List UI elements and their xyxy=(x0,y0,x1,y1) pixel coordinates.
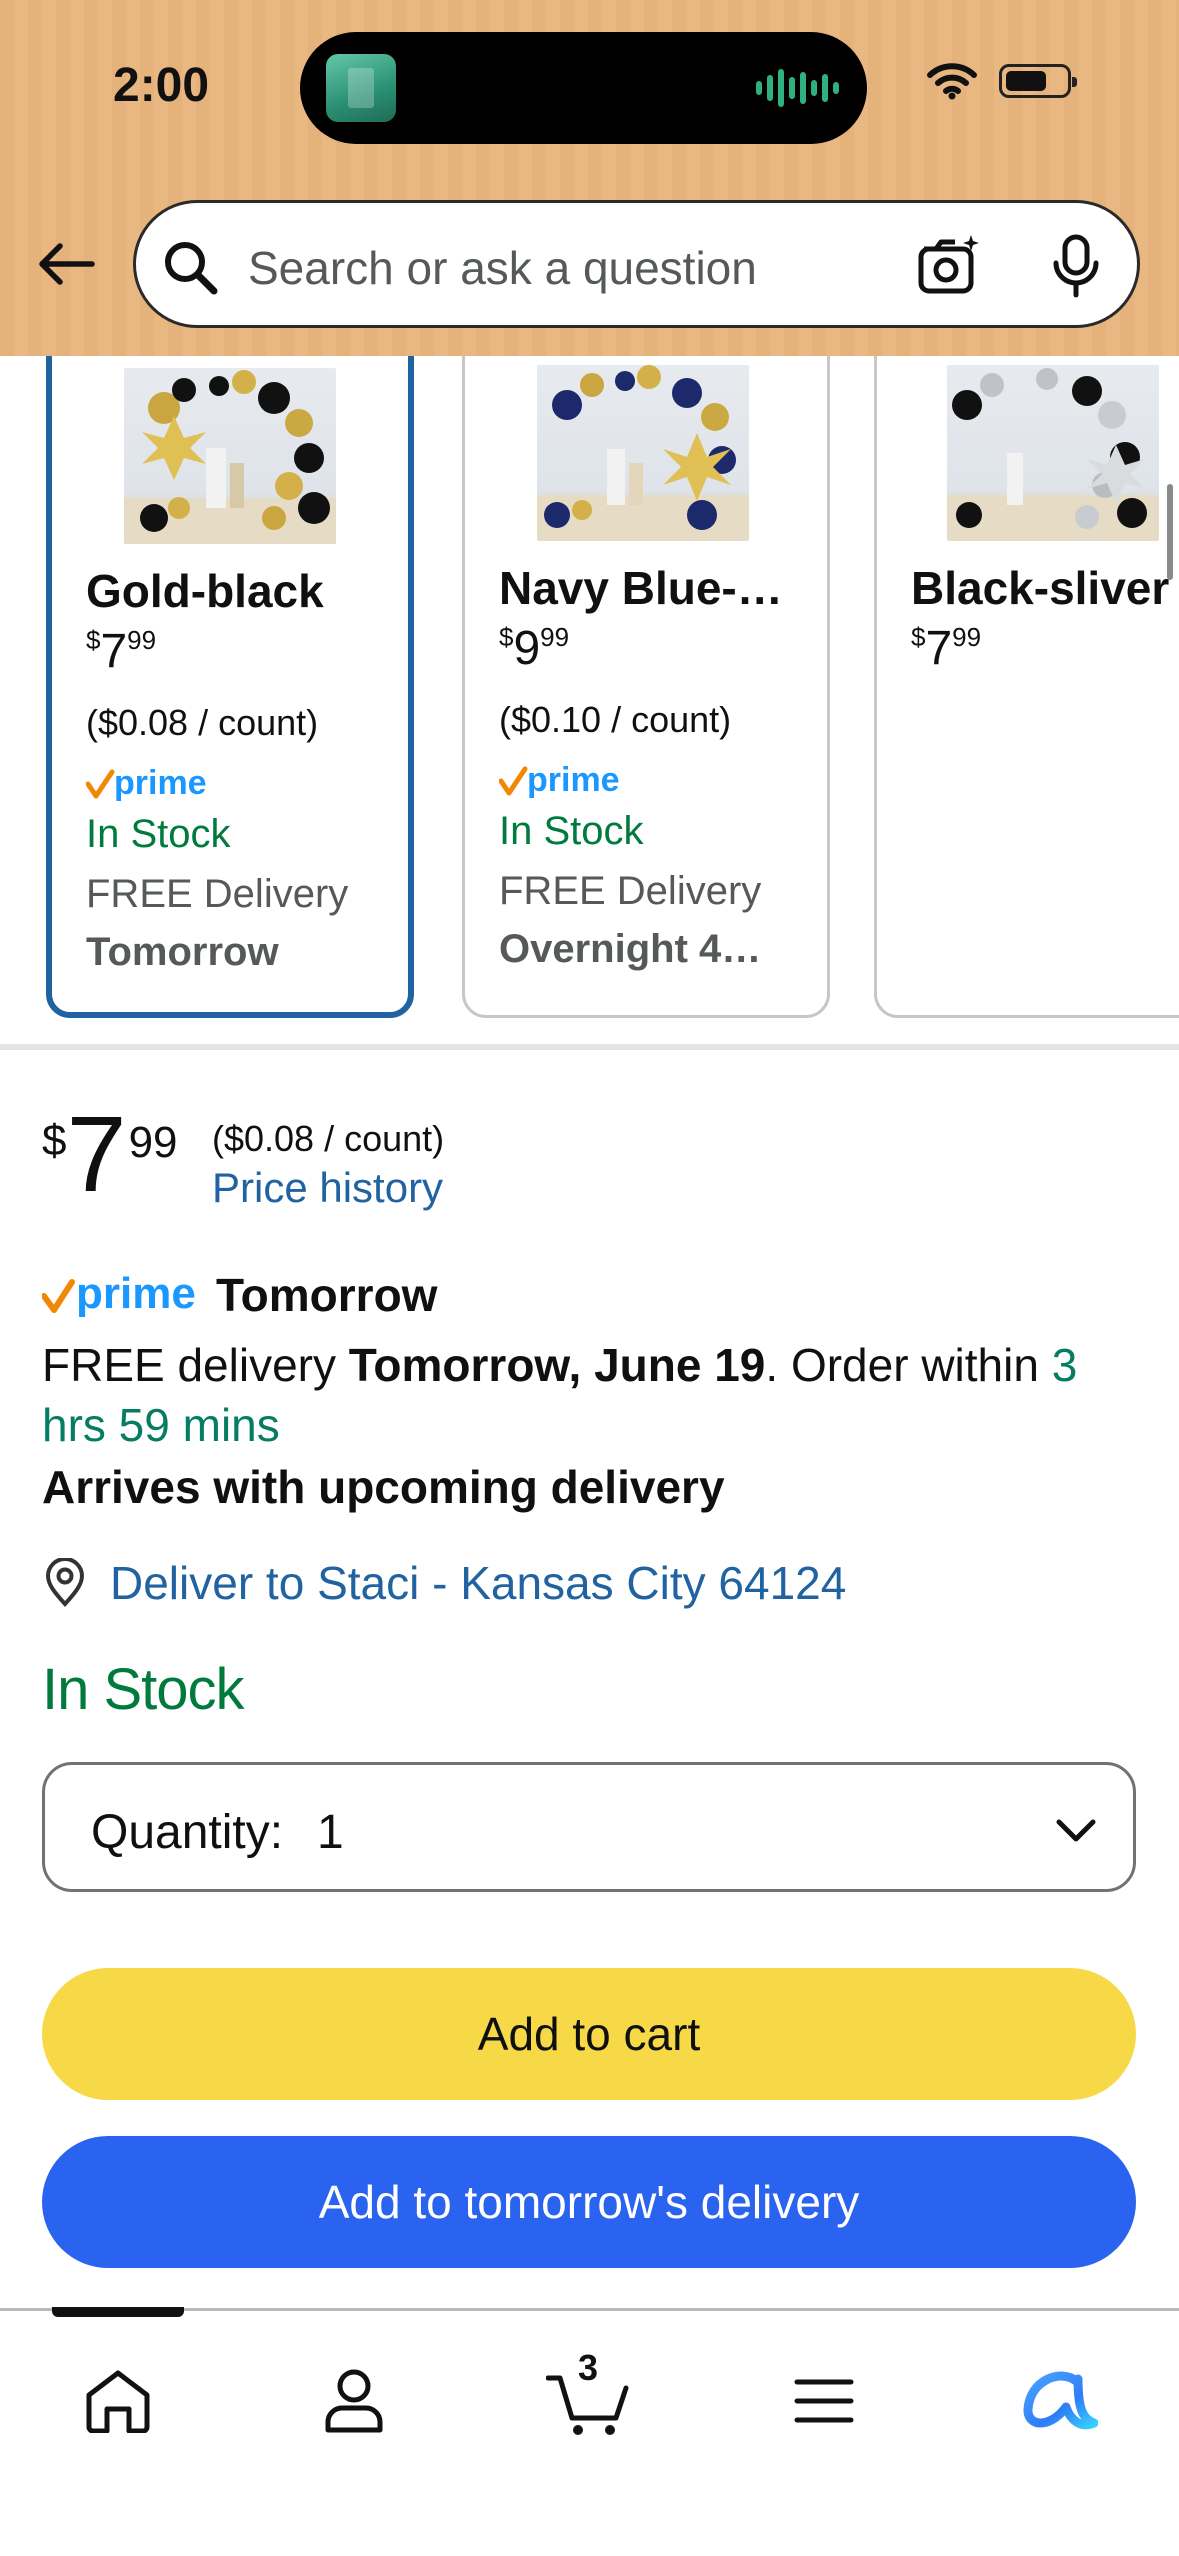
add-to-tomorrows-delivery-button[interactable]: Add to tomorrow's delivery xyxy=(42,2136,1136,2268)
currency-symbol: $ xyxy=(911,622,926,652)
prime-delivery-label: Tomorrow xyxy=(216,1269,438,1321)
variant-price: $799 xyxy=(86,624,156,679)
nav-home[interactable] xyxy=(68,2351,168,2451)
price-whole: 7 xyxy=(66,1093,126,1214)
section-divider xyxy=(0,1044,1179,1050)
cart-count-badge: 3 xyxy=(578,2347,599,2388)
svg-text:prime: prime xyxy=(527,761,620,799)
variant-image xyxy=(947,365,1159,541)
prime-delivery-badge: prime Tomorrow xyxy=(42,1268,437,1322)
prime-logo-icon: prime xyxy=(86,764,207,802)
camera-lens-icon[interactable] xyxy=(916,233,982,299)
variant-stock-status: In Stock xyxy=(86,812,231,856)
price-history-link[interactable]: Price history xyxy=(212,1164,443,1212)
variant-carousel[interactable]: Gold-black $799 ($0.08 / count) prime In… xyxy=(0,356,1179,1046)
variant-stock-status: In Stock xyxy=(499,809,644,853)
currency-symbol: $ xyxy=(42,1116,67,1165)
variant-price-fraction: 99 xyxy=(540,622,570,652)
variant-delivery: FREE Delivery xyxy=(499,869,762,913)
stock-status: In Stock xyxy=(42,1657,245,1722)
battery-icon xyxy=(999,64,1077,98)
audio-waveform-icon xyxy=(756,62,839,114)
chevron-down-icon xyxy=(1056,1819,1096,1842)
variant-name: Gold-black xyxy=(86,565,324,617)
variant-name: Black-sliver xyxy=(911,562,1170,614)
variant-price-whole: 7 xyxy=(925,622,953,675)
variant-image xyxy=(537,365,749,541)
variant-card-black-sliver[interactable]: Black-sliver $799 xyxy=(874,356,1179,1018)
status-time: 2:00 xyxy=(113,59,210,112)
variant-price-fraction: 99 xyxy=(127,625,157,655)
variant-card-gold-black[interactable]: Gold-black $799 ($0.08 / count) prime In… xyxy=(46,356,414,1018)
person-icon xyxy=(325,2369,383,2433)
variant-price-fraction: 99 xyxy=(952,622,982,652)
bottom-nav: 3 xyxy=(0,2307,1179,2556)
variant-image xyxy=(124,368,336,544)
add-to-cart-button[interactable]: Add to cart xyxy=(42,1968,1136,2100)
search-icon[interactable] xyxy=(160,237,220,297)
variant-name: Navy Blue-… xyxy=(499,562,783,614)
currency-symbol: $ xyxy=(86,625,101,655)
quantity-value: 1 xyxy=(317,1806,344,1859)
variant-price-whole: 9 xyxy=(513,622,541,675)
currency-symbol: $ xyxy=(499,622,514,652)
nav-rufus[interactable] xyxy=(1010,2351,1110,2451)
variant-delivery-when: Overnight 4… xyxy=(499,927,762,971)
variant-unit-price: ($0.08 / count) xyxy=(86,702,319,743)
variant-delivery-when: Tomorrow xyxy=(86,930,279,974)
delivery-message: FREE delivery Tomorrow, June 19. Order w… xyxy=(42,1335,1152,1455)
svg-text:prime: prime xyxy=(76,1270,196,1318)
location-pin-icon xyxy=(45,1558,85,1607)
variant-unit-price: ($0.10 / count) xyxy=(499,699,732,740)
price: $ 7 99 xyxy=(42,1100,178,1208)
prime-logo-icon: prime xyxy=(499,761,620,799)
svg-text:prime: prime xyxy=(114,764,207,802)
variant-price-whole: 7 xyxy=(100,625,128,678)
delivery-prefix: FREE delivery xyxy=(42,1339,349,1391)
dynamic-island[interactable] xyxy=(300,32,867,144)
unit-price: ($0.08 / count) xyxy=(212,1118,445,1159)
prime-logo-icon: prime xyxy=(42,1270,196,1318)
variant-price: $799 xyxy=(911,621,981,676)
delivery-date: Tomorrow, June 19 xyxy=(348,1339,766,1391)
nav-menu[interactable] xyxy=(774,2351,874,2451)
nav-active-indicator xyxy=(52,2307,184,2317)
nav-cart[interactable]: 3 xyxy=(538,2347,638,2451)
arrives-note: Arrives with upcoming delivery xyxy=(42,1461,725,1513)
search-input[interactable] xyxy=(248,241,848,295)
rufus-assistant-icon xyxy=(1023,2371,1098,2430)
home-icon xyxy=(86,2370,150,2433)
now-playing-app-icon[interactable] xyxy=(326,54,396,122)
status-icons xyxy=(927,62,1077,100)
back-arrow-icon[interactable] xyxy=(34,232,98,296)
hamburger-menu-icon xyxy=(794,2379,854,2423)
deliver-to-link[interactable]: Deliver to Staci - Kansas City 64124 xyxy=(110,1556,846,1610)
quantity-label: Quantity: xyxy=(91,1806,284,1859)
microphone-icon[interactable] xyxy=(1048,233,1104,299)
quantity-select[interactable]: Quantity: 1 xyxy=(42,1762,1136,1892)
deliver-to-row[interactable]: Deliver to Staci - Kansas City 64124 xyxy=(42,1556,846,1610)
search-bar[interactable] xyxy=(133,200,1140,328)
wifi-icon xyxy=(927,63,977,100)
header: 2:00 xyxy=(0,0,1179,356)
variant-delivery: FREE Delivery xyxy=(86,872,349,916)
delivery-mid: . Order within xyxy=(765,1339,1052,1391)
variant-price: $999 xyxy=(499,621,569,676)
scrollbar-thumb[interactable] xyxy=(1167,484,1173,580)
price-fraction: 99 xyxy=(128,1118,178,1167)
nav-account[interactable] xyxy=(304,2351,404,2451)
variant-card-navy-blue[interactable]: Navy Blue-… $999 ($0.10 / count) prime I… xyxy=(462,356,830,1018)
